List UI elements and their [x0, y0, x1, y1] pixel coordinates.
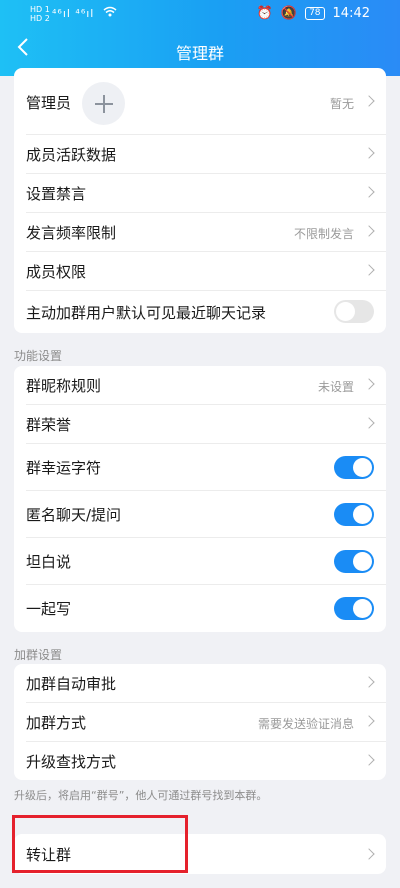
row-value: 未设置 [317, 380, 354, 394]
list-item-speak-frequency[interactable]: 发言频率限制 不限制发言 [14, 213, 386, 252]
row-label: 成员活跃数据 [26, 146, 117, 164]
list-item-lucky-char: 群幸运字符 [14, 444, 386, 491]
row-label: 坦白说 [26, 553, 72, 571]
write-together-toggle[interactable] [334, 597, 374, 620]
row-label: 群幸运字符 [26, 459, 102, 477]
wifi-icon-svg [103, 6, 117, 17]
row-value: 需要发送验证消息 [257, 717, 354, 731]
toggle-knob [353, 599, 372, 618]
chevron-right-icon [363, 715, 375, 727]
upgrade-hint: 升级后，将启用“群号”，他人可通过群号找到本群。 [14, 789, 268, 802]
list-item-mute-settings[interactable]: 设置禁言 [14, 174, 386, 213]
highlight-annotation [12, 815, 188, 873]
list-item-auto-approve[interactable]: 加群自动审批 [14, 664, 386, 703]
history-visible-toggle[interactable] [334, 300, 374, 323]
page-title: 管理群 [175, 44, 224, 63]
chevron-right-icon [363, 186, 375, 198]
mute-icon: 🔕 [280, 6, 298, 21]
list-item-upgrade-search[interactable]: 升级查找方式 [14, 742, 386, 780]
sim-indicator: HD 1 HD 2 [30, 5, 50, 23]
row-label: 一起写 [26, 600, 72, 618]
chevron-right-icon [363, 848, 375, 860]
status-bar: HD 1 HD 2 ⁴⁶ıl ⁴⁶ıl ⏰ 🔕 78 14:42 [0, 0, 400, 30]
toggle-knob [353, 552, 372, 571]
chevron-right-icon [363, 754, 375, 766]
list-item-group-honor[interactable]: 群荣誉 [14, 405, 386, 444]
battery-icon: 78 [305, 7, 325, 20]
list-item-write-together: 一起写 [14, 585, 386, 632]
row-label: 加群自动审批 [26, 675, 117, 693]
function-card: 群昵称规则 未设置 群荣誉 群幸运字符 匿名聊天/提问 坦白说 一起写 [14, 366, 386, 632]
list-item-member-permissions[interactable]: 成员权限 [14, 252, 386, 291]
admin-value: 暂无 [329, 97, 354, 111]
list-item-confession: 坦白说 [14, 538, 386, 585]
chevron-right-icon [363, 676, 375, 688]
section-title-join: 加群设置 [14, 648, 63, 662]
chevron-right-icon [363, 378, 375, 390]
header-bar: HD 1 HD 2 ⁴⁶ıl ⁴⁶ıl ⏰ 🔕 78 14:42 管理群 [0, 0, 400, 76]
section-title-function: 功能设置 [14, 349, 63, 363]
list-item-history-visible: 主动加群用户默认可见最近聊天记录 [14, 291, 386, 333]
join-card: 加群自动审批 加群方式 需要发送验证消息 升级查找方式 [14, 664, 386, 780]
chevron-right-icon [363, 417, 375, 429]
row-label: 发言频率限制 [26, 224, 117, 242]
row-label: 主动加群用户默认可见最近聊天记录 [26, 304, 267, 322]
signal-text: ⁴⁶ıl ⁴⁶ıl [52, 7, 95, 20]
toggle-knob [353, 458, 372, 477]
chevron-right-icon [363, 225, 375, 237]
toggle-knob [353, 505, 372, 524]
sim2-label: HD 2 [30, 14, 50, 23]
list-item-join-method[interactable]: 加群方式 需要发送验证消息 [14, 703, 386, 742]
lucky-char-toggle[interactable] [334, 456, 374, 479]
row-label: 升级查找方式 [26, 753, 117, 771]
row-label: 群荣誉 [26, 416, 72, 434]
chevron-right-icon [363, 264, 375, 276]
row-label: 加群方式 [26, 714, 87, 732]
add-admin-button[interactable] [82, 82, 125, 125]
admin-label: 管理员 [26, 94, 72, 112]
list-item-member-activity[interactable]: 成员活跃数据 [14, 135, 386, 174]
row-value: 不限制发言 [293, 227, 354, 241]
admin-card: 管理员 暂无 成员活跃数据 设置禁言 发言频率限制 不限制发言 成员权限 主动加… [14, 68, 386, 333]
wifi-icon [103, 6, 117, 20]
row-label: 匿名聊天/提问 [26, 506, 122, 524]
row-label: 成员权限 [26, 263, 87, 281]
alarm-icon: ⏰ [256, 6, 273, 21]
row-label: 群昵称规则 [26, 377, 102, 395]
confession-toggle[interactable] [334, 550, 374, 573]
chevron-right-icon [363, 95, 375, 107]
toggle-knob [336, 302, 355, 321]
list-item-nickname-rule[interactable]: 群昵称规则 未设置 [14, 366, 386, 405]
list-item-anonymous: 匿名聊天/提问 [14, 491, 386, 538]
anonymous-toggle[interactable] [334, 503, 374, 526]
row-label: 设置禁言 [26, 185, 87, 203]
signal-icon: ⁴⁶ıl ⁴⁶ıl [52, 6, 117, 20]
chevron-right-icon [363, 147, 375, 159]
clock: 14:42 [332, 6, 370, 21]
status-right: ⏰ 🔕 78 14:42 [257, 6, 370, 21]
sim1-label: HD 1 [30, 5, 50, 14]
admin-row[interactable]: 管理员 暂无 [14, 68, 386, 135]
